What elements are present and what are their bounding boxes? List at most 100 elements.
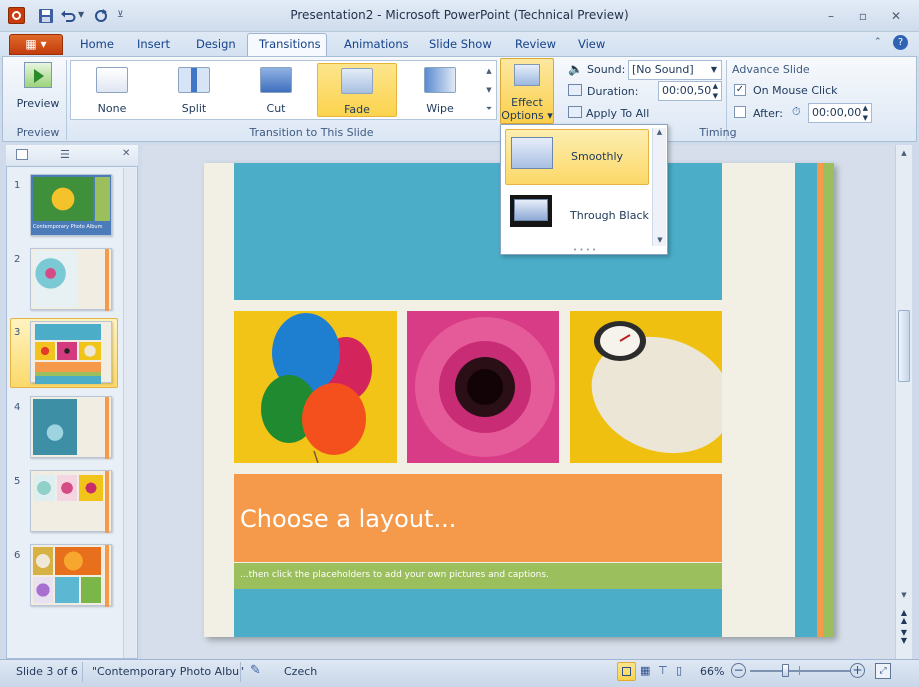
zoom-slider-center-tick — [799, 666, 800, 675]
slide-number-4: 4 — [14, 402, 21, 413]
on-mouse-click-checkbox[interactable]: ✓ — [734, 84, 746, 96]
fit-to-window-icon[interactable]: ⤢ — [875, 663, 891, 679]
duration-spinner-icon[interactable]: ▲ ▼ — [713, 81, 718, 101]
sound-label: Sound: — [587, 63, 626, 76]
file-menu-button[interactable]: ▦ ▾ — [9, 34, 63, 55]
timing-group-label: Timing — [699, 126, 737, 139]
slides-tab-icon[interactable] — [16, 149, 28, 160]
slide-bottom-band — [234, 589, 722, 637]
slide-thumbnail-6[interactable] — [30, 544, 112, 607]
effect-options-button[interactable]: Effect Options ▾ — [500, 58, 554, 124]
effect-option-through-black[interactable]: Through Black — [505, 189, 649, 245]
preview-label: Preview — [16, 97, 60, 110]
split-icon — [178, 67, 210, 93]
zoom-out-icon[interactable]: − — [731, 663, 746, 678]
preview-button[interactable]: Preview — [14, 60, 62, 116]
slide-thumbnail-3[interactable] — [30, 321, 112, 384]
on-mouse-click-label: On Mouse Click — [753, 84, 838, 97]
slide-thumbnail-2[interactable] — [30, 248, 112, 311]
transition-wipe[interactable]: Wipe — [400, 63, 480, 117]
tab-home[interactable]: Home — [80, 37, 114, 51]
after-timer-icon: ⏱ — [792, 105, 801, 118]
slide-subtitle[interactable]: ...then click the placeholders to add yo… — [240, 570, 549, 580]
effect-options-label-row: Options ▾ — [501, 109, 553, 122]
tab-slide-show[interactable]: Slide Show — [429, 37, 492, 51]
through-black-label: Through Black — [570, 209, 649, 222]
after-spinner-icon[interactable]: ▲ ▼ — [863, 103, 868, 123]
tab-design[interactable]: Design — [196, 37, 236, 51]
outline-tab-icon[interactable]: ☰ — [60, 148, 70, 161]
transition-none[interactable]: None — [72, 63, 152, 117]
tab-insert[interactable]: Insert — [137, 37, 170, 51]
dropdown-resize-grip[interactable]: • • • • — [573, 246, 596, 254]
duration-value: 00:00,50 — [662, 84, 712, 97]
help-icon[interactable]: ? — [893, 35, 908, 50]
scale-picture[interactable] — [570, 311, 722, 463]
language-label[interactable]: Czech — [284, 665, 317, 678]
slide-number-6: 6 — [14, 550, 21, 561]
transition-cut[interactable]: Cut — [236, 63, 316, 117]
apply-to-all-button[interactable]: Apply To All — [586, 107, 649, 120]
editor-vertical-scrollbar[interactable]: ▲ ▼ ▲ ▲ ▼ ▼ — [895, 145, 912, 659]
smoothly-label: Smoothly — [571, 150, 624, 163]
zoom-slider-track[interactable] — [750, 670, 850, 672]
scroll-down-icon[interactable]: ▼ — [896, 591, 912, 599]
cut-icon — [260, 67, 292, 93]
scroll-up-icon[interactable]: ▲ — [896, 149, 912, 157]
close-pane-icon[interactable]: ✕ — [122, 148, 130, 159]
slide-counter: Slide 3 of 6 — [16, 665, 78, 678]
theme-name[interactable]: "Contemporary Photo Albu" — [92, 665, 244, 678]
minimize-ribbon-icon[interactable]: ⌃ — [874, 37, 882, 47]
dropdown-scroll-down-icon[interactable]: ▼ — [653, 236, 667, 244]
previous-slide-icon[interactable]: ▲ ▲ — [896, 609, 912, 625]
duration-label: Duration: — [587, 85, 639, 98]
gallery-more-icon[interactable]: ⏷ — [482, 100, 496, 118]
thumb1-caption: Contemporary Photo Album — [33, 224, 103, 230]
scroll-thumb[interactable] — [898, 310, 910, 382]
zoom-level[interactable]: 66% — [700, 665, 724, 678]
gallery-scroll-down-icon[interactable]: ▼ — [482, 81, 496, 99]
flower-picture[interactable] — [407, 311, 559, 463]
duration-input[interactable]: 00:00,50 ▲ ▼ — [658, 81, 722, 101]
sound-select[interactable]: [No Sound] ▼ — [628, 60, 722, 80]
after-input[interactable]: 00:00,00 ▲ ▼ — [808, 103, 872, 123]
maximize-icon[interactable]: ▫ — [852, 8, 874, 24]
after-checkbox[interactable] — [734, 106, 746, 118]
transition-cut-label: Cut — [266, 102, 286, 115]
status-separator — [82, 662, 83, 682]
reading-view-icon[interactable]: ▯ — [676, 664, 682, 677]
tab-review[interactable]: Review — [515, 37, 556, 51]
slide-sorter-icon[interactable]: ▦ — [640, 664, 650, 677]
gallery-scroll-up-icon[interactable]: ▲ — [482, 62, 496, 80]
balloons-picture[interactable] — [234, 311, 397, 463]
preview-group-label: Preview — [16, 126, 60, 139]
dropdown-scrollbar[interactable]: ▲ ▼ — [652, 128, 666, 246]
zoom-in-icon[interactable]: + — [850, 663, 865, 678]
dropdown-scroll-up-icon[interactable]: ▲ — [653, 128, 666, 136]
effect-option-smoothly[interactable]: Smoothly — [505, 129, 649, 185]
transition-group-label: Transition to This Slide — [249, 126, 374, 139]
slide-thumbnail-1[interactable]: Contemporary Photo Album — [30, 174, 112, 236]
slide-thumbnail-5[interactable] — [30, 470, 112, 533]
proofing-icon[interactable]: ✎ — [250, 663, 261, 678]
slide-title[interactable]: Choose a layout... — [240, 505, 456, 533]
slide-show-view-icon[interactable]: ⊤ — [658, 664, 668, 677]
normal-view-icon[interactable] — [617, 662, 636, 681]
slide-right-band-blue — [795, 163, 817, 637]
zoom-slider-thumb[interactable] — [782, 664, 789, 677]
fade-icon — [341, 68, 373, 94]
transition-split[interactable]: Split — [154, 63, 234, 117]
transition-fade[interactable]: Fade — [317, 63, 397, 117]
slide-thumbnail-4[interactable] — [30, 396, 112, 459]
close-icon[interactable]: ✕ — [885, 8, 907, 24]
effect-options-label-1: Effect — [511, 96, 543, 109]
tab-transitions[interactable]: Transitions — [259, 37, 321, 51]
sound-icon: 🔈 — [568, 62, 583, 76]
slides-pane-scrollbar[interactable] — [123, 168, 136, 658]
tab-animations[interactable]: Animations — [344, 37, 409, 51]
transition-none-label: None — [97, 102, 127, 115]
minimize-icon[interactable]: – — [820, 8, 842, 24]
slide-right-band-green — [823, 163, 834, 637]
next-slide-icon[interactable]: ▼ ▼ — [896, 629, 912, 645]
tab-view[interactable]: View — [578, 37, 605, 51]
